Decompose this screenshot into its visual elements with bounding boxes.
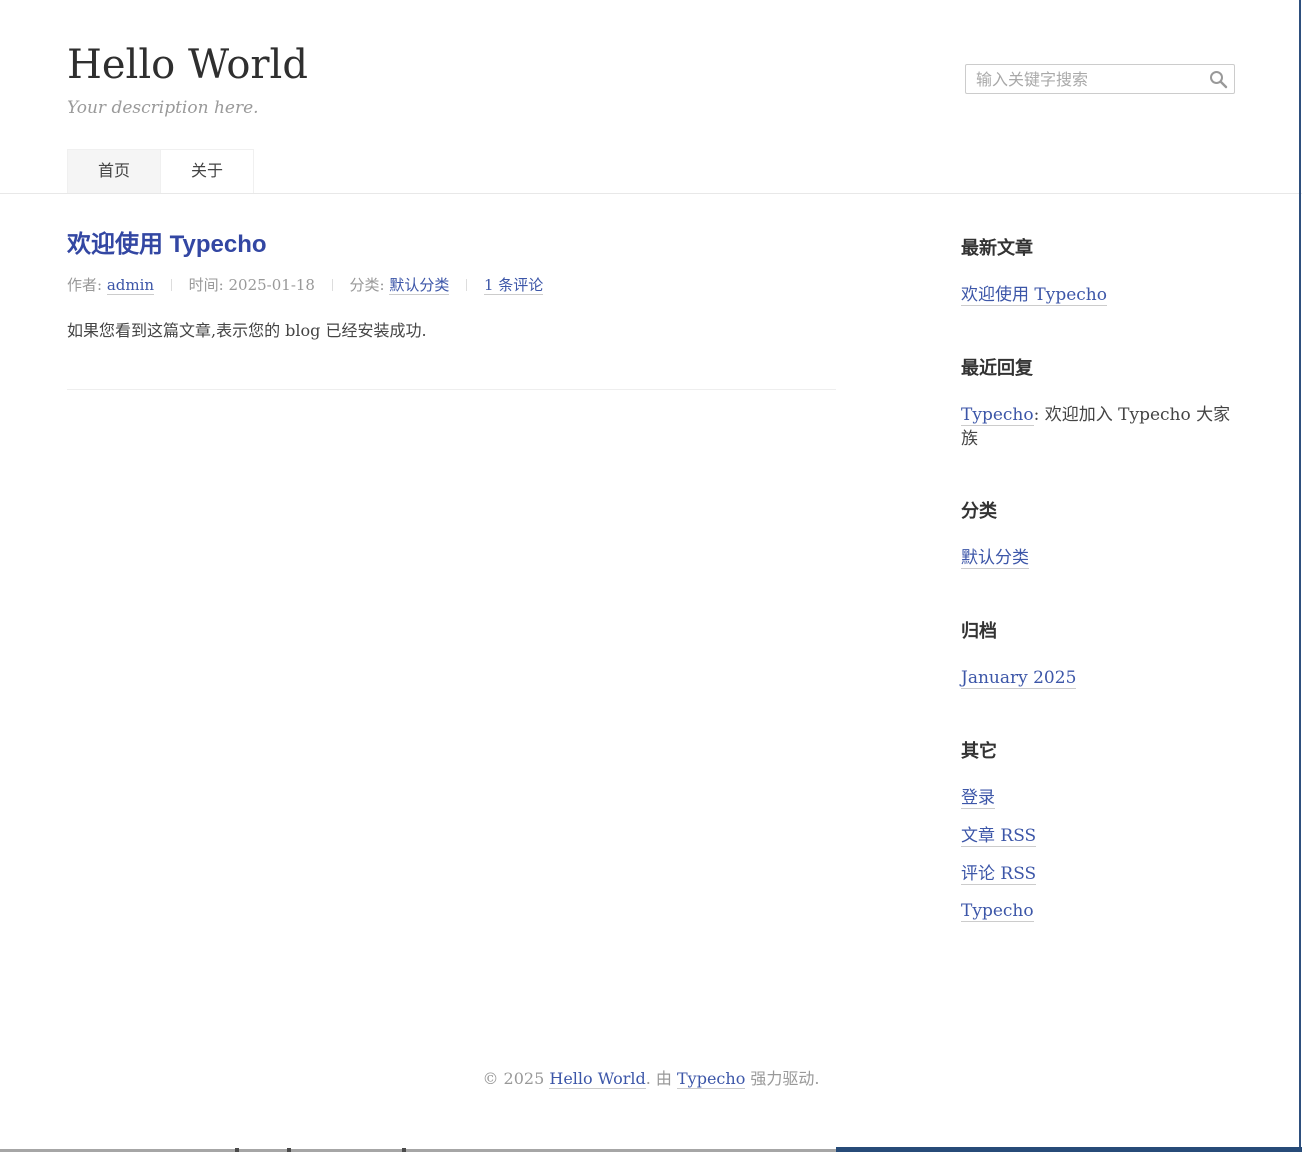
post-body: 如果您看到这篇文章,表示您的 blog 已经安装成功. <box>67 319 836 343</box>
taskbar-icon-sliver <box>402 1148 406 1152</box>
site-description: Your description here. <box>67 98 1235 118</box>
time-label: 时间: <box>189 276 224 294</box>
post-date: 2025-01-18 <box>228 276 314 294</box>
list-item: Typecho <box>961 900 1235 924</box>
post: 欢迎使用 Typecho 作者: admin 时间: 2025-01-18 分类… <box>67 232 836 343</box>
widget-title: 最近回复 <box>961 354 1235 380</box>
sidebar: 最新文章 欢迎使用 Typecho 最近回复 Typecho: 欢迎加入 Typ… <box>961 194 1235 970</box>
login-link[interactable]: 登录 <box>961 788 995 809</box>
main-column: 欢迎使用 Typecho 作者: admin 时间: 2025-01-18 分类… <box>67 194 836 970</box>
comment-rss-link[interactable]: 评论 RSS <box>961 864 1036 885</box>
search-icon <box>1208 77 1228 92</box>
widget-title: 其它 <box>961 737 1235 763</box>
list-item: 欢迎使用 Typecho <box>961 284 1235 308</box>
post-title-link[interactable]: 欢迎使用 Typecho <box>67 231 267 258</box>
site-footer: © 2025 Hello World. 由 Typecho 强力驱动. <box>67 1065 1235 1089</box>
meta-separator <box>332 279 333 291</box>
footer-middle-text: . 由 <box>646 1069 677 1088</box>
author-label: 作者: <box>67 276 102 294</box>
category-label: 分类: <box>350 276 385 294</box>
list-item: 登录 <box>961 787 1235 811</box>
footer-typecho-link[interactable]: Typecho <box>677 1069 745 1089</box>
taskbar-icon-sliver <box>287 1148 291 1152</box>
search-button[interactable] <box>1206 67 1230 91</box>
meta-separator <box>466 279 467 291</box>
recent-comment-author-link[interactable]: Typecho <box>961 405 1034 426</box>
footer-suffix-text: 强力驱动. <box>745 1069 819 1088</box>
copyright-text: © 2025 <box>482 1069 549 1088</box>
post-divider <box>67 389 836 390</box>
recent-post-link[interactable]: 欢迎使用 Typecho <box>961 285 1107 306</box>
widget-recent-posts: 最新文章 欢迎使用 Typecho <box>961 234 1235 308</box>
list-item: 文章 RSS <box>961 825 1235 849</box>
taskbar-edge-artifact <box>0 1147 1302 1152</box>
taskbar-icon-sliver <box>235 1148 239 1152</box>
category-item-link[interactable]: 默认分类 <box>961 548 1029 569</box>
site-title-link[interactable]: Hello World <box>67 42 308 88</box>
category-link[interactable]: 默认分类 <box>389 276 449 295</box>
list-item: 评论 RSS <box>961 863 1235 887</box>
widget-title: 归档 <box>961 617 1235 643</box>
widget-title: 最新文章 <box>961 234 1235 260</box>
post-rss-link[interactable]: 文章 RSS <box>961 826 1036 847</box>
archive-link[interactable]: January 2025 <box>961 668 1076 689</box>
list-item: 默认分类 <box>961 547 1235 571</box>
post-title: 欢迎使用 Typecho <box>67 232 836 258</box>
list-item: Typecho: 欢迎加入 Typecho 大家族 <box>961 404 1235 452</box>
list-item: January 2025 <box>961 667 1235 691</box>
footer-site-link[interactable]: Hello World <box>549 1069 645 1089</box>
main-nav: 首页 关于 <box>67 149 1235 193</box>
comments-link[interactable]: 1 条评论 <box>484 276 543 295</box>
window-border-artifact <box>1299 0 1301 1152</box>
typecho-link[interactable]: Typecho <box>961 901 1034 922</box>
post-meta: 作者: admin 时间: 2025-01-18 分类: 默认分类 1 条评论 <box>67 274 836 295</box>
search-form <box>965 64 1235 94</box>
widget-misc: 其它 登录 文章 RSS 评论 RSS Typecho <box>961 737 1235 924</box>
widget-archives: 归档 January 2025 <box>961 617 1235 691</box>
nav-item-about[interactable]: 关于 <box>161 149 254 193</box>
author-link[interactable]: admin <box>107 276 154 295</box>
meta-separator <box>171 279 172 291</box>
search-input[interactable] <box>965 64 1235 94</box>
content-area: 欢迎使用 Typecho 作者: admin 时间: 2025-01-18 分类… <box>67 194 1235 970</box>
widget-categories: 分类 默认分类 <box>961 497 1235 571</box>
nav-item-home[interactable]: 首页 <box>67 149 161 193</box>
window-edge-blue-strip <box>836 1147 1302 1152</box>
widget-recent-comments: 最近回复 Typecho: 欢迎加入 Typecho 大家族 <box>961 354 1235 452</box>
site-header: Hello World Your description here. 首页 关于 <box>0 0 1302 194</box>
widget-title: 分类 <box>961 497 1235 523</box>
